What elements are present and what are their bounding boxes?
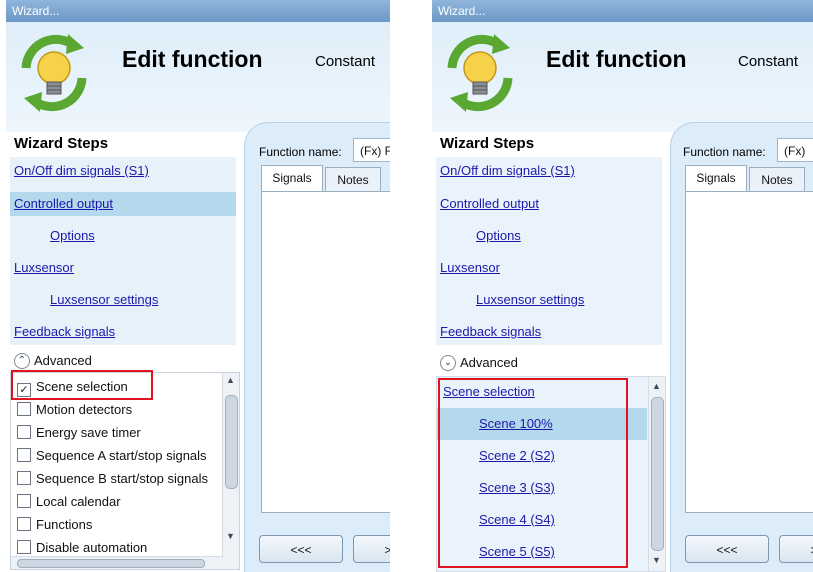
option-functions[interactable]: Functions: [17, 514, 92, 536]
signals-tab-content: [261, 191, 390, 513]
wizard-header: Edit function Constant: [432, 22, 813, 132]
advanced-toggle[interactable]: ⌃ Advanced: [10, 348, 236, 374]
step-luxsensor[interactable]: Luxsensor: [436, 256, 662, 280]
wizard-steps-list: On/Off dim signals (S1) Controlled outpu…: [436, 157, 662, 345]
next-button[interactable]: >: [353, 535, 390, 563]
header-title: Edit function: [122, 46, 263, 72]
step-controlled-output[interactable]: Controlled output: [10, 192, 236, 216]
function-name-label: Function name:: [683, 145, 766, 159]
wizard-steps-list: On/Off dim signals (S1) Controlled outpu…: [10, 157, 236, 345]
wizard-header: Edit function Constant: [6, 22, 390, 132]
checkbox-checked-icon[interactable]: ✓: [17, 383, 31, 397]
step-luxsensor-settings[interactable]: Luxsensor settings: [10, 288, 236, 312]
header-subtitle: Constant: [738, 53, 799, 70]
option-label: Energy save timer: [36, 425, 141, 440]
option-label: Disable automation: [36, 540, 148, 555]
window-title: Wizard...: [432, 0, 813, 22]
header-subtitle: Constant: [315, 53, 376, 70]
step-feedback-signals[interactable]: Feedback signals: [436, 320, 662, 344]
scene-item-s4[interactable]: Scene 4 (S4): [437, 504, 647, 536]
tab-notes[interactable]: Notes: [325, 167, 381, 191]
scene-item-s2[interactable]: Scene 2 (S2): [437, 440, 647, 472]
chevron-up-icon[interactable]: ⌃: [14, 353, 30, 369]
vertical-scrollbar[interactable]: ▲ ▼: [222, 373, 239, 569]
scroll-down-icon[interactable]: ▼: [652, 555, 661, 565]
option-sequence-b[interactable]: Sequence B start/stop signals: [17, 468, 208, 490]
option-energy-save-timer[interactable]: Energy save timer: [17, 422, 141, 444]
scene-selection-header[interactable]: Scene selection: [437, 377, 647, 407]
tab-signals[interactable]: Signals: [261, 165, 323, 191]
wizard-steps-title: Wizard Steps: [14, 135, 109, 152]
vertical-scrollbar[interactable]: ▲ ▼: [648, 377, 665, 571]
scroll-up-icon[interactable]: ▲: [652, 381, 661, 391]
scroll-down-icon[interactable]: ▼: [226, 531, 235, 541]
horizontal-scrollbar[interactable]: [11, 556, 223, 569]
chevron-down-icon[interactable]: ⌄: [440, 355, 456, 371]
scene-item-100[interactable]: Scene 100%: [437, 408, 647, 440]
tab-signals[interactable]: Signals: [685, 165, 747, 191]
checkbox-icon[interactable]: [17, 425, 31, 439]
function-name-input[interactable]: (Fx): [777, 138, 813, 162]
option-label: Motion detectors: [36, 402, 133, 417]
scene-selection-list: Scene selection Scene 100% Scene 2 (S2) …: [436, 376, 666, 572]
option-sequence-a[interactable]: Sequence A start/stop signals: [17, 445, 207, 467]
step-onoff-dim-signals[interactable]: On/Off dim signals (S1): [10, 159, 236, 183]
step-onoff-dim-signals[interactable]: On/Off dim signals (S1): [436, 159, 662, 183]
scene-item-s3[interactable]: Scene 3 (S3): [437, 472, 647, 504]
option-label: Scene selection: [36, 379, 128, 394]
option-label: Sequence A start/stop signals: [36, 448, 207, 463]
option-local-calendar[interactable]: Local calendar: [17, 491, 121, 513]
scrollbar-thumb[interactable]: [651, 397, 664, 551]
advanced-toggle[interactable]: ⌄ Advanced: [436, 350, 662, 376]
step-luxsensor[interactable]: Luxsensor: [10, 256, 236, 280]
window-title: Wizard...: [6, 0, 390, 22]
checkbox-icon[interactable]: [17, 402, 31, 416]
scrollbar-thumb[interactable]: [225, 395, 238, 489]
checkbox-icon[interactable]: [17, 540, 31, 554]
option-scene-selection[interactable]: ✓ Scene selection: [17, 376, 128, 398]
step-controlled-output[interactable]: Controlled output: [436, 192, 662, 216]
advanced-options-list: ✓ Scene selection Motion detectors Energy…: [10, 372, 240, 570]
option-label: Sequence B start/stop signals: [36, 471, 208, 486]
signals-tab-content: [685, 191, 813, 513]
checkbox-icon[interactable]: [17, 517, 31, 531]
step-luxsensor-settings[interactable]: Luxsensor settings: [436, 288, 662, 312]
advanced-label: Advanced: [460, 355, 518, 370]
scroll-up-icon[interactable]: ▲: [226, 375, 235, 385]
checkbox-icon[interactable]: [17, 448, 31, 462]
function-pane: Function name: (Fx) Signals Notes <<< >: [670, 122, 813, 572]
step-feedback-signals[interactable]: Feedback signals: [10, 320, 236, 344]
wizard-window-left: Wizard... Edit function Constant Wizard …: [6, 0, 390, 572]
prev-button[interactable]: <<<: [685, 535, 769, 563]
wizard-window-right: Wizard... Edit function Constant Wizard …: [432, 0, 813, 572]
scene-item-s5[interactable]: Scene 5 (S5): [437, 536, 647, 568]
prev-button[interactable]: <<<: [259, 535, 343, 563]
wizard-steps-title: Wizard Steps: [440, 135, 535, 152]
header-title: Edit function: [546, 46, 687, 72]
step-options[interactable]: Options: [10, 224, 236, 248]
checkbox-icon[interactable]: [17, 471, 31, 485]
option-label: Functions: [36, 517, 93, 532]
function-name-input[interactable]: (Fx) F: [353, 138, 390, 162]
option-label: Local calendar: [36, 494, 121, 509]
step-options[interactable]: Options: [436, 224, 662, 248]
scrollbar-thumb[interactable]: [17, 559, 205, 568]
function-pane: Function name: (Fx) F Signals Notes <<< …: [244, 122, 390, 572]
lightbulb-cycle-icon: [21, 34, 87, 112]
tab-notes[interactable]: Notes: [749, 167, 805, 191]
next-button[interactable]: >: [779, 535, 813, 563]
checkbox-icon[interactable]: [17, 494, 31, 508]
lightbulb-cycle-icon: [447, 34, 513, 112]
function-name-label: Function name:: [259, 145, 342, 159]
advanced-label: Advanced: [34, 353, 92, 368]
option-motion-detectors[interactable]: Motion detectors: [17, 399, 132, 421]
